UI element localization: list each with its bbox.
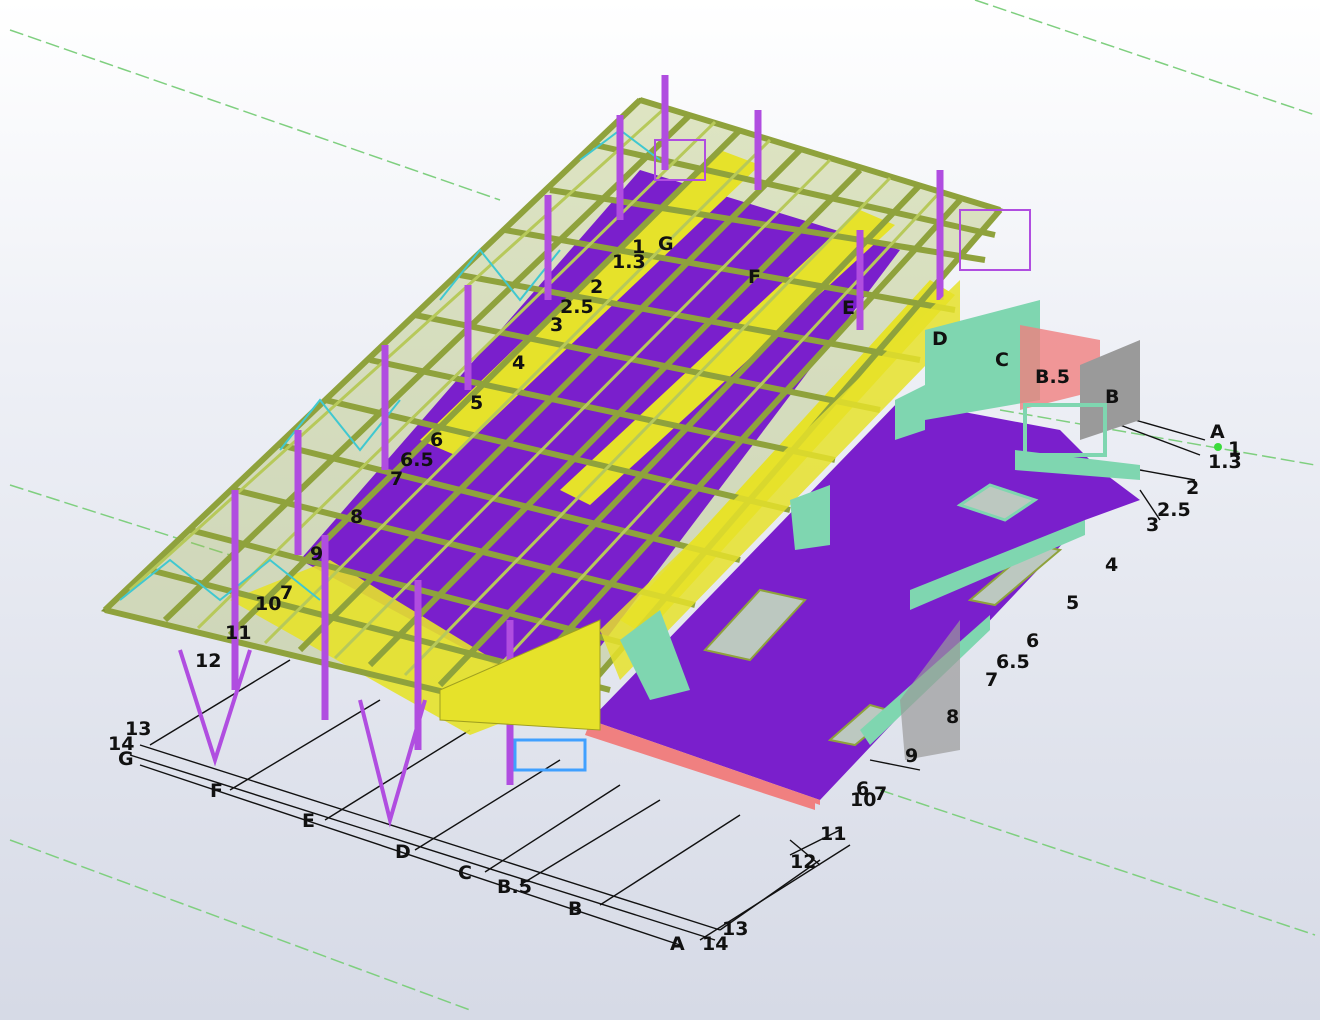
grid-label-left: 12 [195,650,221,672]
grid-label-top: 2.5 [560,296,594,318]
model-viewport[interactable]: 1 1.3 2 2.5 3 4 5 6 6.5 7 8 G F E D C B.… [0,0,1320,1020]
grid-label-bottom: 6 [856,778,869,800]
grid-label-top: 1.3 [612,251,646,273]
grid-label-left: 10 [255,593,281,615]
grid-label-right: 6.5 [996,651,1030,673]
origin-marker [1214,443,1222,451]
grid-label-top: B [1105,386,1119,408]
grid-label-right: 3 [1146,514,1159,536]
grid-label-right: 5 [1066,592,1079,614]
structural-model-3d-view[interactable]: 1 1.3 2 2.5 3 4 5 6 6.5 7 8 G F E D C B.… [0,0,1320,1020]
grid-label-bottom: B [568,898,582,920]
grid-label-top: C [995,349,1009,371]
grid-label-bottom: F [210,780,223,802]
grid-label-top: 5 [470,392,483,414]
grid-label-right: 9 [905,745,918,767]
grid-label-right: 2 [1186,477,1199,499]
grid-label-bottom: C [458,862,472,884]
grid-label-right: 6 [1026,630,1039,652]
grid-label-bottom: E [302,810,315,832]
grid-label-top: 2 [590,276,603,298]
grid-label-top: 6.5 [400,449,434,471]
grid-label-top: G [658,233,674,255]
grid-label-top: 3 [550,314,563,336]
grid-label-right: 7 [985,669,998,691]
grid-label-bottom: 13 [722,918,748,940]
grid-label-left: 9 [310,543,323,565]
grid-label-bottom: 11 [820,823,846,845]
grid-label-top: 6 [430,429,443,451]
grid-label-top: F [748,266,761,288]
grid-label-bottom: 12 [790,851,816,873]
grid-label-right: 2.5 [1157,499,1191,521]
grid-label-left: 7 [280,582,293,604]
grid-label-right: 4 [1105,554,1118,576]
grid-label-right: 1.3 [1208,451,1242,473]
grid-label-right: 8 [946,706,959,728]
grid-label-top: 7 [390,468,403,490]
grid-label-top: 4 [512,352,525,374]
grid-label-bottom: D [395,841,411,863]
grid-label-bottom: 7 [874,783,887,805]
grid-label-right: A [1210,421,1225,443]
grid-label-top: 8 [350,506,363,528]
grid-label-top: D [932,328,948,350]
grid-label-left: 11 [225,622,251,644]
grid-label-top: E [842,297,855,319]
grid-label-bottom: B.5 [497,876,532,898]
grid-label-top: B.5 [1035,366,1070,388]
grid-label-bottom: G [118,748,134,770]
grid-label-bottom: A [670,933,685,955]
